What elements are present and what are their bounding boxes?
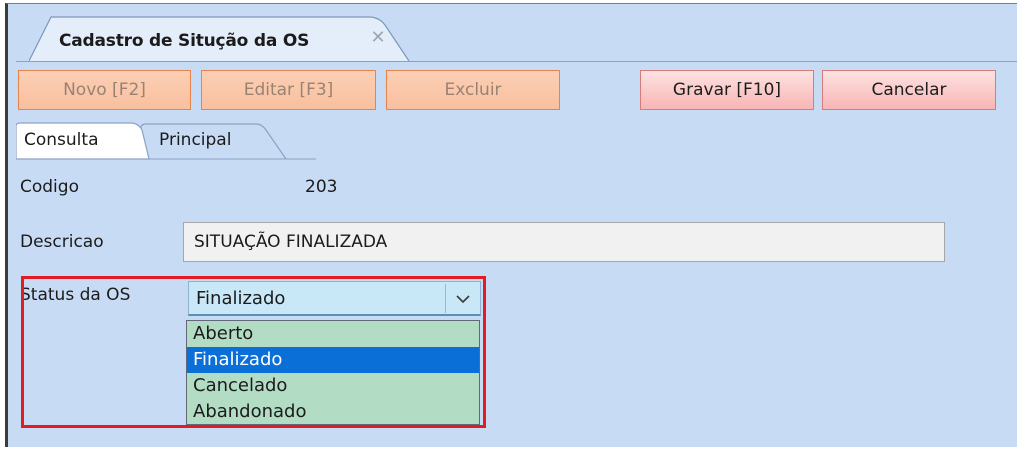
cancelar-button[interactable]: Cancelar — [822, 70, 996, 110]
editar-button[interactable]: Editar [F3] — [201, 70, 376, 110]
descricao-input[interactable]: SITUAÇÃO FINALIZADA — [183, 222, 945, 262]
gravar-button[interactable]: Gravar [F10] — [640, 70, 814, 110]
codigo-label: Codigo — [20, 177, 79, 197]
inner-tab-bar: Consulta Principal — [16, 120, 316, 160]
document-tab-title: Cadastro de Situção da OS — [59, 31, 310, 51]
status-label: Status da OS — [20, 285, 131, 305]
status-option-finalizado[interactable]: Finalizado — [187, 347, 479, 373]
form-window: Cadastro de Situção da OS ✕ Novo [F2] Ed… — [5, 3, 1017, 447]
tab-consulta[interactable]: Consulta — [24, 130, 98, 150]
tab-divider — [16, 61, 1017, 62]
status-option-cancelado[interactable]: Cancelado — [187, 373, 479, 399]
excluir-button[interactable]: Excluir — [386, 70, 560, 110]
chevron-down-icon[interactable] — [453, 289, 473, 309]
status-dropdown-list: Aberto Finalizado Cancelado Abandonado — [186, 320, 480, 425]
status-selected-value: Finalizado — [196, 288, 286, 309]
combo-separator — [445, 284, 446, 313]
status-combobox[interactable]: Finalizado — [188, 281, 481, 316]
novo-button[interactable]: Novo [F2] — [18, 70, 191, 110]
tab-principal[interactable]: Principal — [159, 130, 231, 150]
document-tab[interactable]: Cadastro de Situção da OS ✕ — [29, 15, 429, 62]
status-option-aberto[interactable]: Aberto — [187, 321, 479, 347]
status-option-abandonado[interactable]: Abandonado — [187, 399, 479, 425]
close-icon[interactable]: ✕ — [369, 29, 387, 47]
codigo-value: 203 — [305, 177, 338, 197]
descricao-label: Descricao — [20, 232, 104, 252]
